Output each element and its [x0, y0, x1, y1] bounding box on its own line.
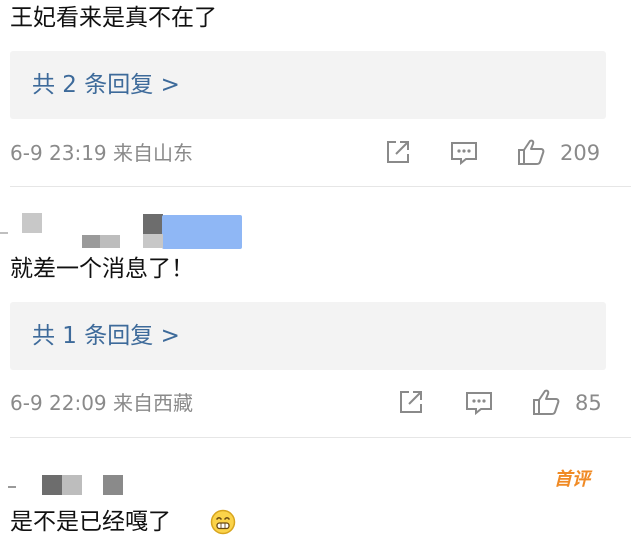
comment-icon[interactable] — [464, 387, 494, 417]
comment-text: 就差一个消息了！ — [10, 256, 194, 282]
username-blur[interactable] — [42, 475, 62, 495]
thumbs-up-icon[interactable] — [516, 137, 546, 167]
like-count: 209 — [560, 141, 601, 165]
reply-thread-button[interactable]: 共 1 条回复 > — [10, 302, 606, 370]
share-icon[interactable] — [396, 387, 426, 417]
comment-item: 就差一个消息了！ 共 1 条回复 > 6-9 22:09 来自西藏 85 — [0, 187, 631, 437]
comment-icon[interactable] — [449, 137, 479, 167]
reply-count-link[interactable]: 共 2 条回复 > — [32, 70, 180, 100]
avatar[interactable] — [22, 213, 42, 233]
username-blur — [100, 235, 120, 248]
username-blur — [162, 215, 242, 249]
reply-thread-button[interactable]: 共 2 条回复 > — [10, 51, 606, 119]
comment-item: 王妃看来是真不在了 共 2 条回复 > 6-9 23:19 来自山东 209 — [0, 0, 631, 186]
comment-text: 王妃看来是真不在了 — [10, 5, 217, 31]
comment-text: 是不是已经嘎了 — [10, 509, 171, 535]
comment-meta: 6-9 23:19 来自山东 209 — [0, 135, 631, 171]
thumbs-up-icon[interactable] — [531, 387, 561, 417]
comment-meta: 6-9 22:09 来自西藏 85 — [0, 385, 631, 421]
username-blur — [103, 475, 123, 495]
username-blur — [143, 234, 163, 248]
grinning-face-emoji — [210, 509, 236, 535]
comment-timestamp: 6-9 22:09 来自西藏 — [10, 391, 194, 415]
reply-count-link[interactable]: 共 1 条回复 > — [32, 321, 180, 351]
username-blur — [143, 214, 163, 236]
share-icon[interactable] — [383, 137, 413, 167]
avatar-blur — [8, 486, 16, 488]
comment-timestamp: 6-9 23:19 来自山东 — [10, 141, 194, 165]
username-blur — [62, 475, 82, 495]
avatar-blur — [0, 232, 8, 234]
first-comment-badge: 首评 — [554, 469, 590, 490]
like-count: 85 — [575, 391, 602, 415]
